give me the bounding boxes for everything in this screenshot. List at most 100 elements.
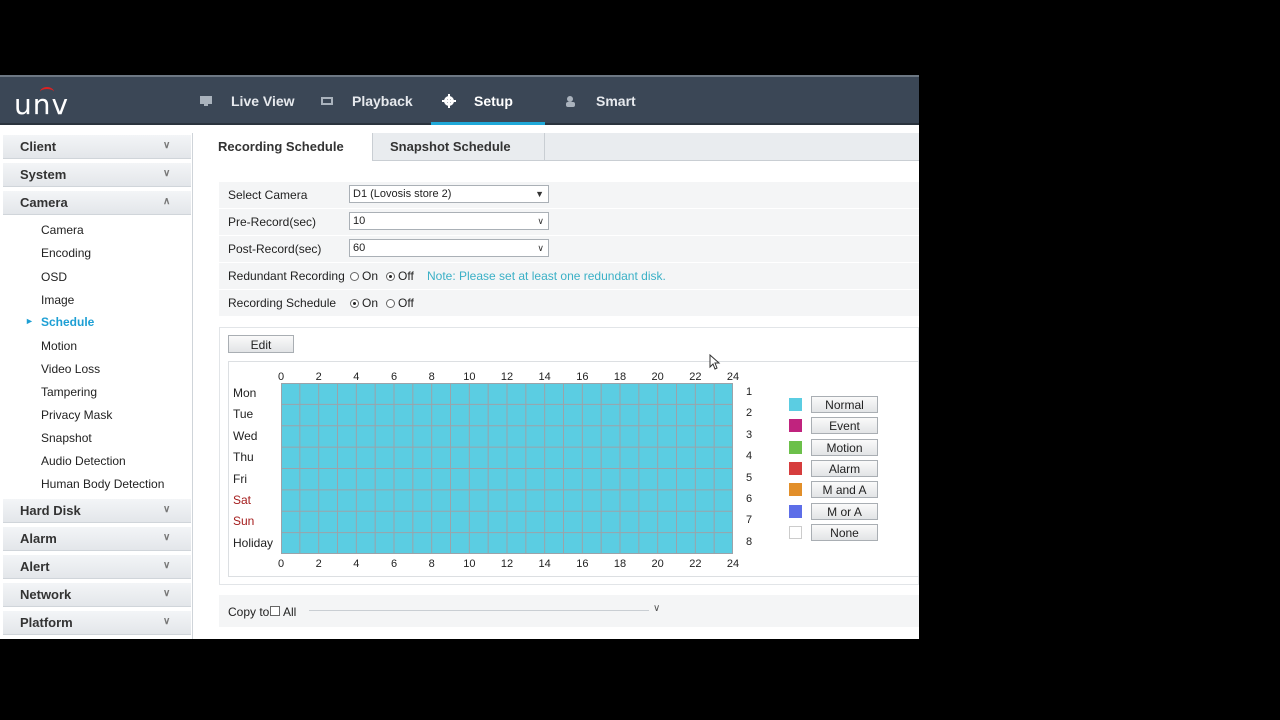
pre-record-select[interactable]: 10 ∨	[349, 212, 549, 230]
day-label: Tue	[233, 407, 254, 422]
sidebar-item-human-body-detection[interactable]: Human Body Detection	[41, 477, 164, 491]
post-record-row: Post-Record(sec) 60 ∨	[219, 236, 919, 263]
redundant-off-radio[interactable]: Off	[386, 269, 414, 283]
sidebar-item-image[interactable]: Image	[41, 293, 74, 307]
nav-setup[interactable]: Setup	[442, 89, 513, 113]
legend-button-m-and-a[interactable]: M and A	[811, 481, 878, 499]
sidebar-section-platform[interactable]: Platform ∨	[3, 611, 191, 635]
legend-button-none[interactable]: None	[811, 523, 878, 541]
camera-select[interactable]: D1 (Lovosis store 2) ▼	[349, 185, 549, 203]
chevron-down-icon: ∨	[163, 168, 171, 179]
tab-recording-schedule[interactable]: Recording Schedule	[201, 133, 373, 161]
dropdown-arrow-icon: ∨	[537, 216, 544, 226]
hour-label: 8	[428, 371, 435, 383]
nav-label: Smart	[596, 93, 636, 109]
radio-circle	[350, 298, 359, 308]
row-number: 2	[746, 407, 753, 420]
hour-label: 24	[726, 558, 740, 570]
sidebar-item-audio-detection[interactable]: Audio Detection	[41, 454, 126, 468]
schedule-grid[interactable]	[281, 383, 733, 554]
legend-button-motion[interactable]: Motion	[811, 438, 878, 456]
schedule-on-radio[interactable]: On	[350, 296, 378, 310]
nav-live-view[interactable]: Live View	[199, 89, 295, 113]
sidebar-item-privacy-mask[interactable]: Privacy Mask	[41, 408, 112, 422]
copy-to-row: Copy to All ∨	[219, 595, 919, 627]
legend-swatch	[789, 440, 802, 454]
section-label: System	[20, 167, 67, 182]
hour-label: 18	[613, 558, 627, 570]
legend-button-event[interactable]: Event	[811, 417, 878, 435]
sidebar-section-alert[interactable]: Alert ∨	[3, 555, 191, 579]
hour-label: 4	[353, 371, 360, 383]
nav-smart[interactable]: Smart	[564, 89, 636, 113]
sidebar-section-camera[interactable]: Camera ∧	[3, 191, 191, 215]
sidebar-section-client[interactable]: Client ∨	[3, 135, 191, 159]
day-label: Mon	[233, 386, 257, 400]
recording-schedule-row: Recording Schedule On Off	[219, 290, 919, 317]
field-label: Pre-Record(sec)	[228, 215, 317, 229]
hour-label: 22	[689, 558, 702, 570]
edit-button[interactable]: Edit	[228, 335, 294, 353]
copy-to-label: Copy to	[228, 605, 270, 619]
top-nav-bar: unv Live View Playback Setup Smart	[0, 75, 919, 125]
legend-swatch	[789, 504, 802, 518]
radio-label: On	[362, 296, 379, 310]
hour-label: 0	[277, 558, 285, 570]
post-record-select[interactable]: 60 ∨	[349, 239, 549, 257]
day-label: Sun	[233, 514, 255, 529]
sidebar-item-snapshot[interactable]: Snapshot	[41, 431, 92, 445]
sidebar-item-camera[interactable]: Camera	[41, 223, 84, 237]
legend-swatch	[789, 525, 802, 539]
sidebar-section-system[interactable]: System ∨	[3, 163, 191, 187]
monitor-icon	[200, 96, 212, 106]
sidebar-section-network[interactable]: Network ∨	[3, 583, 191, 607]
field-label: Post-Record(sec)	[228, 242, 322, 256]
nav-playback[interactable]: Playback	[320, 89, 413, 113]
pre-record-row: Pre-Record(sec) 10 ∨	[219, 209, 919, 236]
select-value: D1 (Lovosis store 2)	[353, 188, 452, 200]
hour-label: 16	[576, 371, 589, 383]
hour-label: 2	[315, 371, 322, 383]
copy-all-label: All	[283, 605, 297, 619]
day-label: Thu	[233, 450, 254, 465]
chevron-down-icon: ∨	[163, 616, 171, 627]
sidebar-item-schedule[interactable]: Schedule	[41, 315, 94, 329]
section-label: Network	[20, 587, 72, 602]
chevron-down-icon[interactable]: ∨	[653, 603, 660, 614]
hour-label: 20	[651, 558, 664, 570]
sidebar-item-video-loss[interactable]: Video Loss	[41, 362, 100, 376]
divider	[309, 610, 649, 611]
legend-button-normal[interactable]: Normal	[811, 396, 878, 413]
user-icon	[566, 96, 575, 107]
brand-logo: unv	[14, 87, 69, 119]
active-tab-indicator	[431, 122, 545, 125]
legend-button-alarm[interactable]: Alarm	[811, 459, 878, 477]
sidebar-section-alarm[interactable]: Alarm ∨	[3, 527, 191, 551]
radio-circle	[386, 271, 395, 281]
row-number: 4	[746, 450, 753, 463]
legend-swatch	[789, 398, 802, 411]
radio-label: On	[362, 269, 379, 283]
sidebar-item-encoding[interactable]: Encoding	[41, 246, 91, 260]
sidebar: Client ∨ System ∨ Camera ∧ Camera Encoding …	[3, 133, 193, 639]
copy-all-checkbox[interactable]	[270, 606, 280, 616]
chevron-up-icon: ∧	[163, 196, 171, 207]
sidebar-item-motion[interactable]: Motion	[41, 339, 77, 353]
redundant-on-radio[interactable]: On	[350, 269, 378, 283]
chevron-down-icon: ∨	[163, 588, 171, 599]
legend-button-m-or-a[interactable]: M or A	[811, 502, 878, 520]
nav-label: Setup	[474, 93, 513, 109]
hour-label: 0	[277, 371, 285, 383]
sidebar-item-osd[interactable]: OSD	[41, 270, 67, 284]
sidebar-item-tampering[interactable]: Tampering	[41, 385, 97, 399]
hour-label: 18	[613, 371, 627, 383]
section-label: Hard Disk	[20, 503, 81, 518]
chevron-down-icon: ∨	[163, 504, 171, 515]
day-label: Wed	[233, 428, 258, 443]
section-label: Platform	[20, 615, 73, 630]
sidebar-section-hard-disk[interactable]: Hard Disk ∨	[3, 499, 191, 523]
legend-swatch	[789, 419, 802, 433]
tab-snapshot-schedule[interactable]: Snapshot Schedule	[373, 133, 545, 161]
row-number: 3	[746, 428, 753, 441]
schedule-off-radio[interactable]: Off	[386, 296, 414, 310]
